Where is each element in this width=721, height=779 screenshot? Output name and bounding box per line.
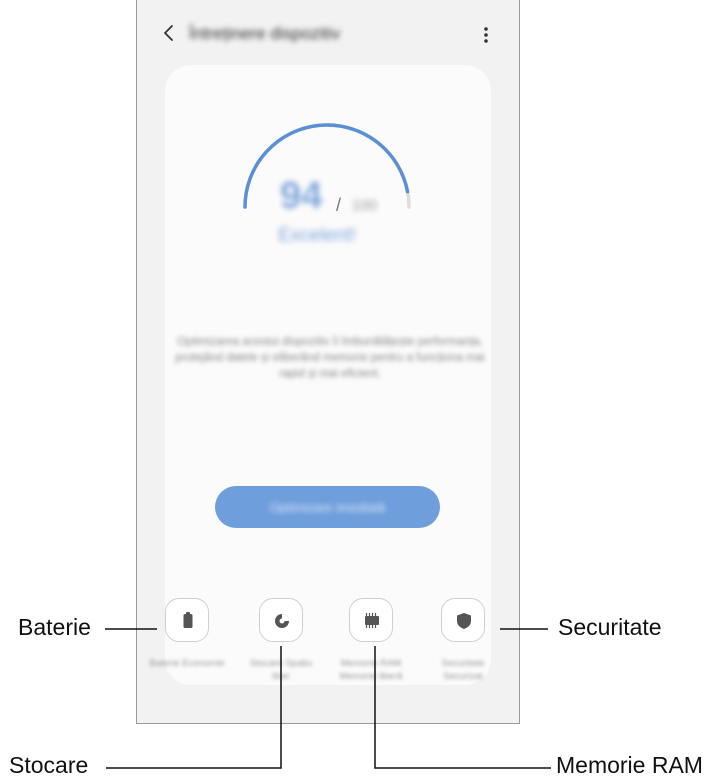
callout-security: Securitate <box>558 614 662 640</box>
callout-battery: Baterie <box>18 614 91 640</box>
callout-storage: Stocare <box>9 752 89 778</box>
callout-lines <box>105 628 551 769</box>
callout-ram: Memorie RAM <box>556 752 703 778</box>
